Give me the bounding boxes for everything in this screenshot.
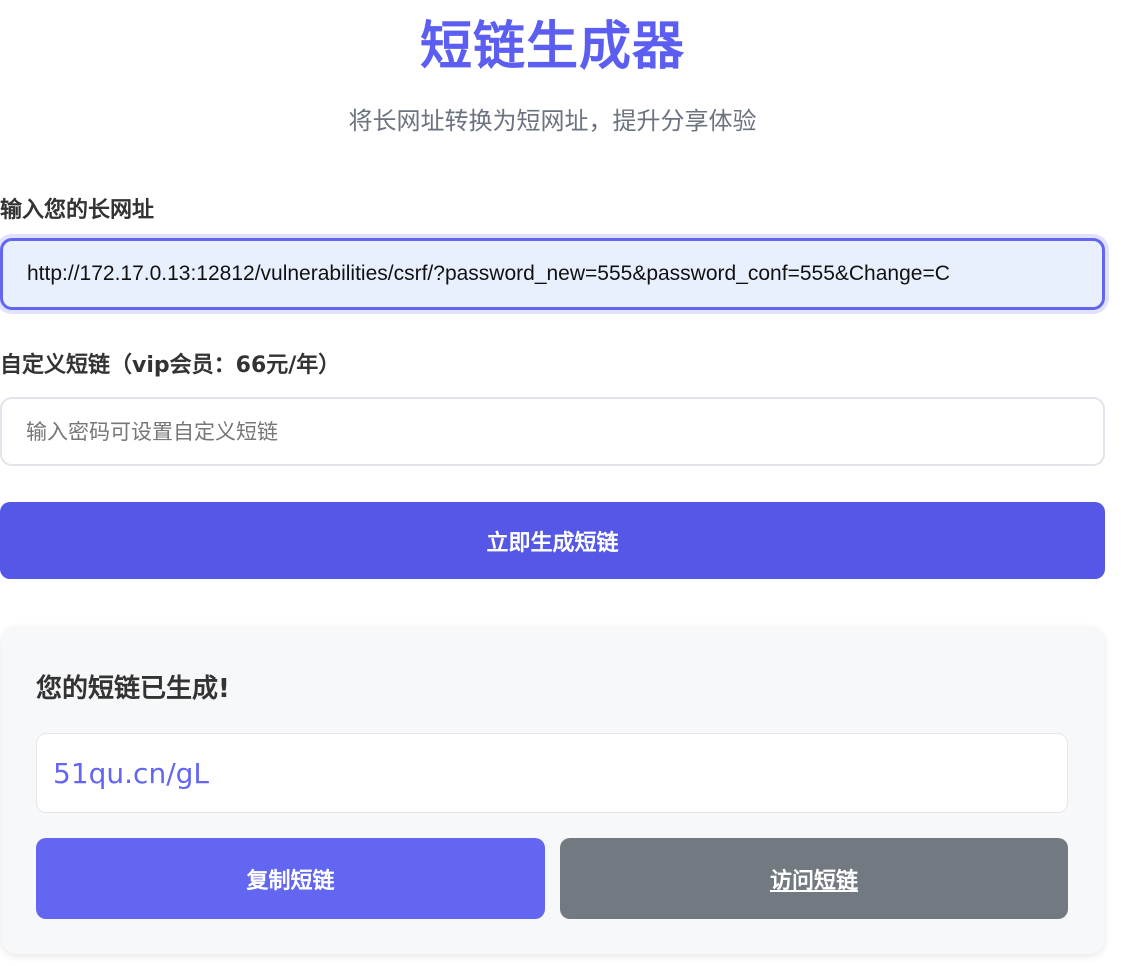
long-url-label: 输入您的长网址 <box>0 198 155 223</box>
page-title: 短链生成器 <box>419 17 685 77</box>
page-subtitle: 将长网址转换为短网址，提升分享体验 <box>348 107 757 135</box>
long-url-input[interactable] <box>0 238 1105 310</box>
result-card: 您的短链已生成! 51qu.cn/gL 复制短链 访问短链 <box>2 627 1104 954</box>
custom-link-label: 自定义短链（vip会员：66元/年） <box>0 353 341 378</box>
visit-link-button[interactable]: 访问短链 <box>560 838 1068 919</box>
custom-link-input[interactable] <box>0 397 1105 466</box>
generate-button[interactable]: 立即生成短链 <box>0 502 1105 579</box>
short-link-box[interactable]: 51qu.cn/gL <box>36 733 1068 813</box>
result-heading: 您的短链已生成! <box>36 674 230 704</box>
short-link-text[interactable]: 51qu.cn/gL <box>53 757 209 790</box>
copy-button[interactable]: 复制短链 <box>36 838 545 919</box>
